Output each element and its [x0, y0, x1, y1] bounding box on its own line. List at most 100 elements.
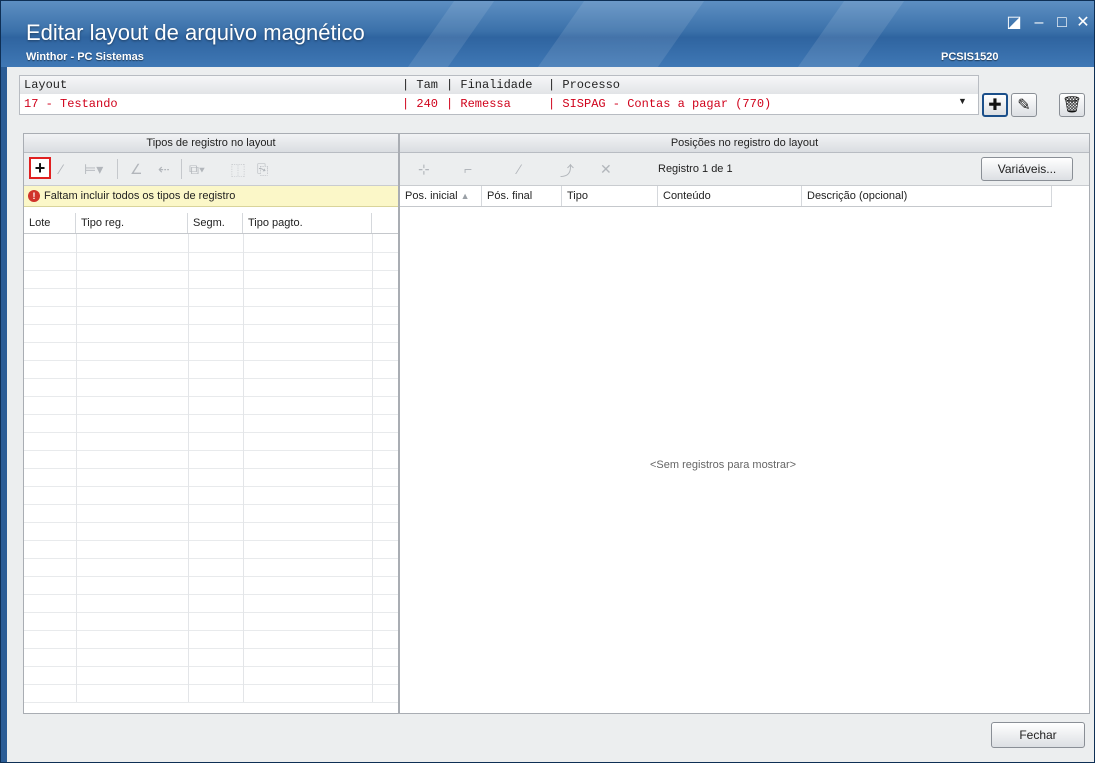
empty-table-cell: [24, 306, 77, 324]
trend-icon[interactable]: ⤴: [560, 161, 574, 181]
edit-field-icon[interactable]: ⁄: [518, 161, 520, 177]
empty-table-cell: [188, 450, 244, 468]
warning-text: Faltam incluir todos os tipos de registr…: [44, 190, 236, 202]
record-positions-panel: Posições no registro do layout ⊹ ⌐ ⁄ ⤴ ✕…: [399, 133, 1090, 714]
empty-table-cell: [24, 684, 77, 702]
empty-table-cell: [188, 504, 244, 522]
column-conteudo[interactable]: Conteúdo: [658, 186, 802, 206]
empty-table-row: [24, 378, 398, 397]
record-positions-grid-header: Pos. inicial ▲ Pós. final Tipo Conteúdo …: [400, 186, 1052, 207]
variables-button[interactable]: Variáveis...: [981, 157, 1073, 181]
empty-table-cell: [24, 558, 77, 576]
column-segm[interactable]: Segm.: [188, 213, 243, 233]
empty-table-cell: [24, 468, 77, 486]
empty-table-cell: [188, 378, 244, 396]
empty-table-cell: [243, 540, 373, 558]
column-tipo[interactable]: Tipo: [562, 186, 658, 206]
add-layout-button[interactable]: ✚: [982, 93, 1008, 117]
trash-icon: 🗑: [1061, 97, 1083, 114]
selected-finalidade: | Remessa: [446, 97, 511, 111]
empty-table-cell: [24, 450, 77, 468]
edit-icon[interactable]: ⁄: [60, 161, 62, 177]
empty-table-cell: [243, 378, 373, 396]
sort-up-icon: ▲: [460, 191, 470, 201]
empty-table-row: [24, 594, 398, 613]
column-pos-inicial[interactable]: Pos. inicial ▲: [400, 186, 482, 206]
empty-table-cell: [188, 396, 244, 414]
column-tipo-reg[interactable]: Tipo reg.: [76, 213, 188, 233]
main-content: Layout | Tam | Finalidade | Processo 17 …: [7, 67, 1094, 762]
empty-table-cell: [188, 270, 244, 288]
record-types-grid[interactable]: [24, 234, 398, 712]
insert-dropdown-icon[interactable]: ⊨▾: [84, 161, 103, 178]
empty-table-cell: [188, 342, 244, 360]
delete-icon[interactable]: ∠: [130, 161, 143, 178]
duplicate-icon[interactable]: ⎘: [257, 161, 268, 178]
add-icon: ✚: [988, 97, 1002, 114]
empty-table-cell: [76, 234, 189, 252]
selected-tam: | 240: [402, 97, 439, 111]
record-types-title: Tipos de registro no layout: [24, 134, 398, 153]
empty-table-cell: [76, 684, 189, 702]
title-bar[interactable]: Editar layout de arquivo magnético Winth…: [1, 1, 1094, 67]
line-icon[interactable]: ⌐: [464, 161, 472, 177]
delete-field-icon[interactable]: ✕: [600, 161, 612, 178]
empty-table-row: [24, 234, 398, 253]
close-button[interactable]: Fechar: [991, 722, 1085, 748]
empty-table-cell: [188, 630, 244, 648]
empty-table-cell: [188, 594, 244, 612]
empty-table-cell: [76, 504, 189, 522]
column-lote[interactable]: Lote: [24, 213, 76, 233]
empty-table-cell: [24, 396, 77, 414]
layout-combobox[interactable]: Layout | Tam | Finalidade | Processo 17 …: [19, 75, 979, 115]
empty-table-row: [24, 666, 398, 685]
routine-code: PCSIS1520: [941, 51, 999, 63]
record-types-toolbar: + ⁄ ⊨▾ ∠ ⇠ ⧉▾ ⿰ ⎘: [24, 153, 398, 186]
copy-dropdown-icon[interactable]: ⧉▾: [189, 161, 205, 178]
empty-table-row: [24, 288, 398, 307]
empty-table-cell: [188, 360, 244, 378]
edit-layout-button[interactable]: ✎: [1011, 93, 1037, 117]
move-left-icon[interactable]: ⇠: [158, 161, 170, 178]
resize-icon[interactable]: ◪: [1006, 15, 1022, 31]
chevron-down-icon[interactable]: ▼: [958, 96, 967, 106]
maximize-icon[interactable]: □: [1054, 15, 1070, 31]
missing-types-warning: ! Faltam incluir todos os tipos de regist…: [24, 186, 398, 207]
empty-table-cell: [24, 594, 77, 612]
selected-processo: | SISPAG - Contas a pagar (770): [548, 97, 772, 111]
empty-table-cell: [188, 234, 244, 252]
empty-table-cell: [188, 648, 244, 666]
empty-table-cell: [188, 468, 244, 486]
empty-table-cell: [243, 630, 373, 648]
add-record-type-button[interactable]: +: [29, 157, 51, 179]
delete-layout-button[interactable]: 🗑: [1059, 93, 1085, 117]
column-descricao[interactable]: Descrição (opcional): [802, 186, 1052, 206]
record-positions-grid[interactable]: <Sem registros para mostrar>: [400, 207, 1089, 712]
empty-table-cell: [243, 270, 373, 288]
layout-selected-row[interactable]: 17 - Testando | 240 | Remessa | SISPAG -…: [20, 95, 978, 113]
empty-table-cell: [243, 450, 373, 468]
column-tipo-pagto[interactable]: Tipo pagto.: [243, 213, 372, 233]
close-icon[interactable]: ✕: [1075, 15, 1091, 31]
empty-table-cell: [243, 306, 373, 324]
paste-icon[interactable]: ⿰: [231, 161, 245, 181]
empty-table-cell: [24, 504, 77, 522]
empty-table-cell: [76, 558, 189, 576]
minimize-icon[interactable]: –: [1031, 15, 1047, 31]
empty-table-cell: [243, 360, 373, 378]
empty-table-cell: [76, 468, 189, 486]
header-processo: | Processo: [548, 78, 621, 92]
empty-table-row: [24, 630, 398, 649]
empty-table-cell: [243, 252, 373, 270]
insert-field-icon[interactable]: ⊹: [418, 161, 430, 178]
empty-table-cell: [76, 288, 189, 306]
empty-table-cell: [243, 504, 373, 522]
empty-table-cell: [76, 666, 189, 684]
empty-table-cell: [188, 288, 244, 306]
column-pos-final[interactable]: Pós. final: [482, 186, 562, 206]
empty-table-cell: [24, 360, 77, 378]
empty-table-cell: [243, 414, 373, 432]
empty-table-cell: [188, 522, 244, 540]
empty-table-cell: [188, 414, 244, 432]
empty-table-cell: [188, 432, 244, 450]
